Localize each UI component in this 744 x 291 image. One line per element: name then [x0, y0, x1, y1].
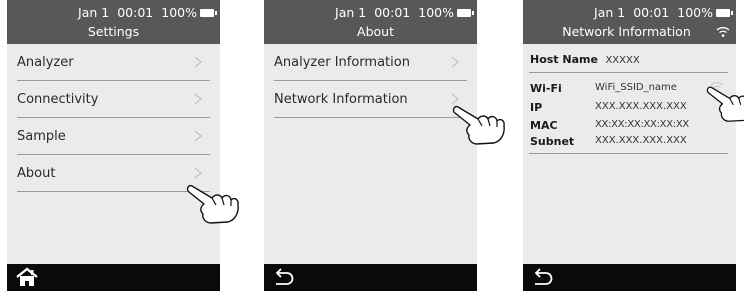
chevron-right-icon: [194, 130, 202, 142]
host-name-row: Host Name XXXXX: [530, 53, 640, 66]
mac-key: MAC: [530, 119, 558, 132]
battery-icon: [457, 9, 474, 17]
status-battery-text: 100%: [418, 5, 454, 20]
status-bar: Jan 1 00:01 100% Network Information: [523, 0, 736, 44]
back-arrow-icon[interactable]: [272, 266, 296, 288]
menu-item-analyzer[interactable]: Analyzer: [17, 44, 210, 81]
page-title: Settings: [87, 24, 140, 39]
chevron-right-icon: [194, 56, 202, 68]
menu-item-sample[interactable]: Sample: [17, 118, 210, 155]
wifi-icon: [716, 27, 730, 37]
network-information-screen: Jan 1 00:01 100% Network Information Hos…: [523, 0, 736, 291]
battery-icon: [716, 9, 733, 17]
status-line: Jan 1 00:01 100%: [335, 5, 474, 20]
status-time: 00:01: [374, 5, 411, 20]
page-title: About: [357, 24, 394, 39]
settings-menu: Analyzer Connectivity Sample About: [7, 44, 220, 192]
pointing-hand-icon: [452, 105, 505, 145]
back-arrow-icon[interactable]: [531, 266, 555, 288]
menu-item-analyzer-information[interactable]: Analyzer Information: [274, 44, 467, 81]
status-date: Jan 1: [78, 5, 110, 20]
menu-item-label: Analyzer Information: [274, 54, 410, 70]
divider: [529, 72, 728, 73]
bottom-bar: [264, 264, 477, 291]
menu-item-network-information[interactable]: Network Information: [274, 81, 467, 118]
battery-icon: [200, 9, 217, 17]
status-time: 00:01: [117, 5, 154, 20]
about-screen: Jan 1 00:01 100% About Analyzer Informat…: [264, 0, 477, 291]
status-date: Jan 1: [335, 5, 367, 20]
host-name-value: XXXXX: [605, 55, 640, 66]
pointing-hand-icon: [186, 184, 239, 224]
divider: [529, 153, 728, 154]
chevron-right-icon: [451, 56, 459, 68]
wifi-value: WiFi_SSID_name: [595, 82, 677, 93]
subnet-key: Subnet: [530, 135, 575, 148]
status-time: 00:01: [633, 5, 670, 20]
status-battery-text: 100%: [161, 5, 197, 20]
pointing-hand-icon: [706, 86, 744, 122]
status-date: Jan 1: [594, 5, 626, 20]
menu-item-label: Sample: [17, 128, 66, 144]
ip-value: XXX.XXX.XXX.XXX: [595, 101, 687, 112]
home-icon[interactable]: [15, 266, 39, 288]
bottom-bar: [7, 264, 220, 291]
wifi-key: Wi-Fi: [530, 82, 562, 95]
status-bar: Jan 1 00:01 100% Settings: [7, 0, 220, 44]
status-bar: Jan 1 00:01 100% About: [264, 0, 477, 44]
chevron-right-icon: [194, 93, 202, 105]
menu-item-label: About: [17, 165, 56, 181]
about-menu: Analyzer Information Network Information: [264, 44, 477, 118]
menu-item-label: Analyzer: [17, 54, 74, 70]
menu-item-about[interactable]: About: [17, 155, 210, 192]
settings-screen: Jan 1 00:01 100% Settings Analyzer Conne…: [7, 0, 220, 291]
ip-key: IP: [530, 101, 543, 114]
menu-item-label: Network Information: [274, 91, 408, 107]
bottom-bar: [523, 264, 736, 291]
status-line: Jan 1 00:01 100%: [78, 5, 217, 20]
host-name-key: Host Name: [530, 53, 598, 66]
page-title: Network Information: [562, 24, 691, 39]
subnet-value: XXX.XXX.XXX.XXX: [595, 135, 687, 146]
status-battery-text: 100%: [677, 5, 713, 20]
chevron-right-icon: [194, 167, 202, 179]
menu-item-connectivity[interactable]: Connectivity: [17, 81, 210, 118]
mac-value: XX:XX:XX:XX:XX:XX: [595, 119, 689, 130]
menu-item-label: Connectivity: [17, 91, 99, 107]
status-line: Jan 1 00:01 100%: [594, 5, 733, 20]
